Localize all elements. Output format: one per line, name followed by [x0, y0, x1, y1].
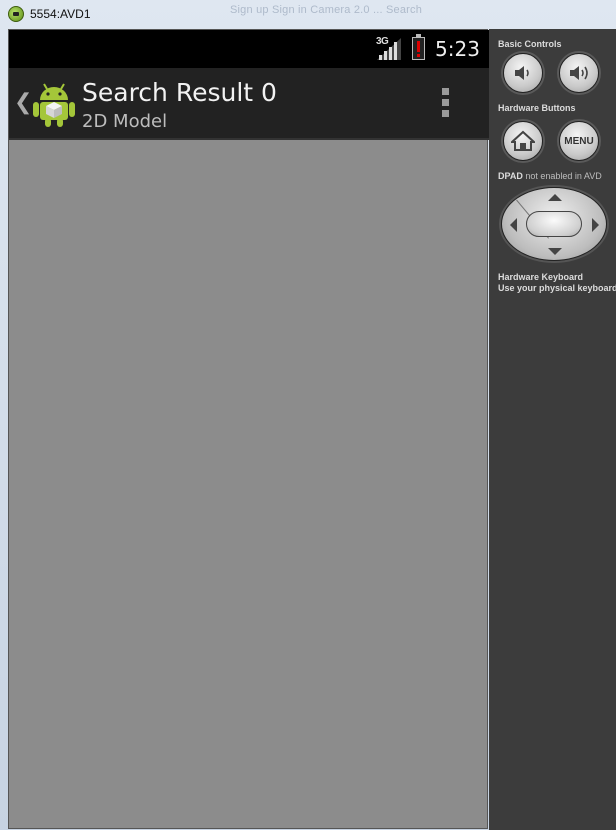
- volume-down-button[interactable]: [503, 53, 543, 93]
- keyboard-label: Hardware Keyboard: [498, 272, 584, 282]
- dpad-label: DPAD not enabled in AVD: [498, 171, 602, 181]
- dpad-left-arrow-icon[interactable]: [510, 218, 517, 232]
- dpad-up-arrow-icon[interactable]: [548, 194, 562, 201]
- dpad-down-arrow-icon[interactable]: [548, 248, 562, 255]
- basic-controls-label: Basic Controls: [498, 39, 562, 49]
- background-tabs-ghost: Sign up Sign in Camera 2.0 ... Search: [230, 4, 423, 16]
- menu-button-label: MENU: [564, 135, 594, 147]
- emulator-window: 5554:AVD1 Sign up Sign in Camera 2.0 ...…: [0, 0, 616, 830]
- volume-down-icon: [515, 66, 529, 80]
- dpad-center-button[interactable]: [526, 211, 582, 237]
- android-logo-icon[interactable]: [32, 80, 76, 128]
- title-bar[interactable]: 5554:AVD1 Sign up Sign in Camera 2.0 ...…: [0, 0, 616, 28]
- volume-up-icon: [570, 66, 588, 80]
- up-chevron-icon[interactable]: ❮: [14, 90, 32, 115]
- menu-button[interactable]: MENU: [559, 121, 599, 161]
- hardware-buttons-label: Hardware Buttons: [498, 103, 576, 113]
- action-bar-subtitle: 2D Model: [82, 111, 168, 132]
- window-title: 5554:AVD1: [30, 7, 91, 21]
- app-icon: [8, 6, 24, 22]
- overflow-menu-icon[interactable]: [437, 88, 457, 120]
- action-bar-title: Search Result 0: [82, 78, 277, 107]
- home-icon: [511, 130, 535, 151]
- volume-up-button[interactable]: [559, 53, 599, 93]
- keyboard-note: Use your physical keyboard: [498, 283, 616, 293]
- status-clock: 5:23: [435, 37, 480, 61]
- dpad-right-arrow-icon[interactable]: [592, 218, 599, 232]
- battery-alert-icon: [412, 34, 425, 60]
- dpad-control[interactable]: [501, 187, 607, 261]
- dpad-label-text: DPAD: [498, 171, 523, 181]
- device-screen[interactable]: 3G 5:23 ❮ Search Result 0 2D Model: [8, 29, 489, 829]
- home-button[interactable]: [503, 121, 543, 161]
- dpad-note: not enabled in AVD: [525, 171, 602, 181]
- signal-icon: [377, 38, 401, 60]
- status-bar: 3G 5:23: [9, 30, 489, 68]
- controls-panel: Basic Controls Hardware Buttons MENU DPA…: [489, 29, 616, 830]
- action-bar: ❮ Search Result 0 2D Model: [9, 68, 489, 140]
